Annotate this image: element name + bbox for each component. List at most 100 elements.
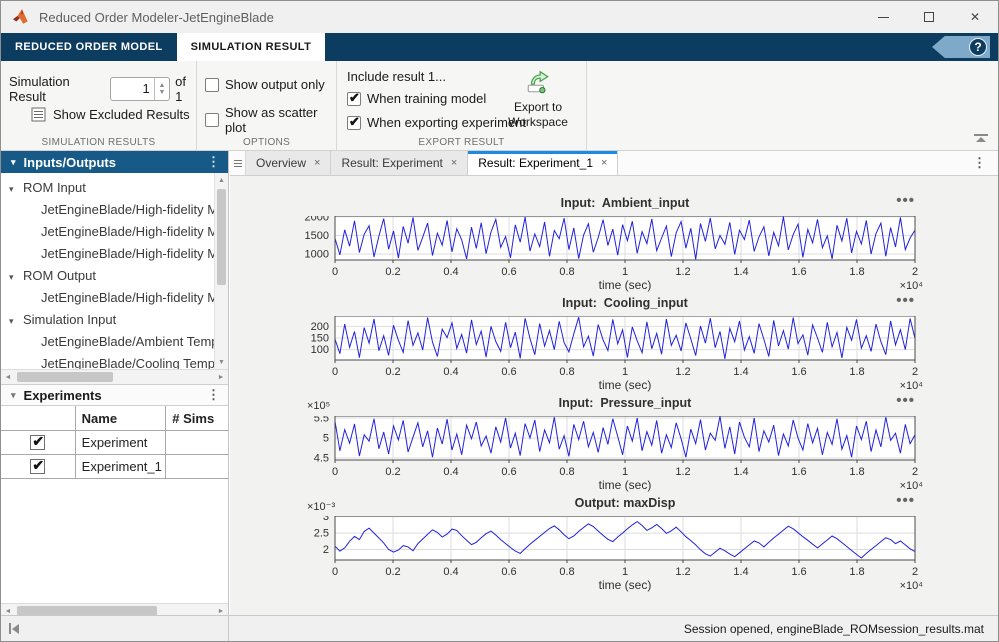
tab-close-icon[interactable]: ×: [601, 157, 607, 169]
simulation-result-spinner[interactable]: 1 ▲ ▼: [110, 77, 170, 101]
tree-item-rom-output[interactable]: ▾ROM Output: [1, 265, 214, 287]
ribbon-tab-reduced-order-model[interactable]: REDUCED ORDER MODEL: [1, 33, 177, 61]
scroll-right-icon[interactable]: ►: [214, 370, 228, 384]
tree-item-jetengineblade-high-fidelity-mod[interactable]: JetEngineBlade/High-fidelity Mod: [1, 221, 214, 243]
inputs-outputs-header[interactable]: ▾ Inputs/Outputs ⋮: [1, 151, 228, 173]
plot-options-ellipsis[interactable]: •••: [896, 492, 915, 509]
row-select-cell: [1, 455, 76, 478]
section-caption: OPTIONS: [197, 137, 336, 148]
experiments-header[interactable]: ▾ Experiments ⋮: [1, 384, 228, 406]
tree-item-jetengineblade-high-fidelity-mod[interactable]: JetEngineBlade/High-fidelity Mod: [1, 287, 214, 309]
tree-item-label: JetEngineBlade/Ambient Temper: [41, 334, 214, 349]
doc-tab-result-experiment-1[interactable]: Result: Experiment_1×: [468, 151, 618, 175]
plot-title: Input: Pressure_input: [335, 396, 915, 410]
svg-text:0.8: 0.8: [559, 366, 574, 378]
plot-titlebar: ×10⁻³Output: maxDisp•••: [275, 496, 965, 516]
svg-text:1.2: 1.2: [675, 366, 690, 378]
plot-3: ×10⁵Input: Pressure_input•••4.555.500.20…: [275, 396, 965, 492]
svg-text:3: 3: [323, 516, 329, 523]
tree-item-jetengineblade-high-fidelity-mod[interactable]: JetEngineBlade/High-fidelity Mod: [1, 243, 214, 265]
checkbox-when-exporting-experiment[interactable]: When exporting experiment: [347, 115, 526, 130]
collapse-toolstrip-button[interactable]: [974, 134, 988, 144]
svg-text:2000: 2000: [305, 216, 329, 223]
inputs-outputs-title: Inputs/Outputs: [24, 155, 116, 170]
scrollbar-thumb[interactable]: [217, 189, 226, 285]
checkbox-box-icon[interactable]: [347, 92, 361, 106]
panel-menu-icon[interactable]: ⋮: [207, 154, 220, 170]
svg-text:2: 2: [912, 566, 918, 578]
tree-item-simulation-input[interactable]: ▾Simulation Input: [1, 309, 214, 331]
tab-close-icon[interactable]: ×: [314, 157, 320, 169]
scroll-down-icon[interactable]: ▼: [215, 355, 228, 369]
table-row[interactable]: Experiment: [1, 430, 228, 454]
spinner-up-icon[interactable]: ▲: [158, 82, 165, 89]
help-button[interactable]: ?: [932, 36, 990, 58]
tree-vertical-scrollbar[interactable]: ▲ ▼: [214, 173, 228, 369]
svg-text:1.4: 1.4: [733, 466, 748, 478]
collapse-panel-icon[interactable]: ▾: [11, 157, 16, 168]
svg-text:1.2: 1.2: [675, 266, 690, 278]
svg-text:0.4: 0.4: [443, 466, 458, 478]
tab-bar-menu-icon[interactable]: ⋮: [973, 155, 986, 171]
scroll-up-icon[interactable]: ▲: [215, 173, 228, 187]
scroll-left-icon[interactable]: ◄: [1, 370, 15, 384]
maximize-icon: [924, 12, 934, 22]
collapse-left-panel-button[interactable]: [9, 623, 19, 634]
doc-tab-result-experiment[interactable]: Result: Experiment ×: [331, 151, 468, 175]
svg-text:1000: 1000: [305, 249, 329, 261]
checkbox-box-icon[interactable]: [205, 78, 219, 92]
svg-text:0: 0: [332, 366, 338, 378]
svg-text:time (sec): time (sec): [599, 378, 652, 392]
experiments-empty-area: [1, 479, 228, 603]
plot-title: Input: Cooling_input: [335, 296, 915, 310]
svg-text:200: 200: [311, 321, 329, 333]
tree-expand-icon[interactable]: ▾: [9, 266, 23, 287]
spinner-value[interactable]: 1: [111, 78, 153, 100]
ribbon-tab-simulation-result[interactable]: SIMULATION RESULT: [177, 33, 326, 61]
section-caption: SIMULATION RESULTS: [1, 137, 196, 148]
tree-item-jetengineblade-high-fidelity-mod[interactable]: JetEngineBlade/High-fidelity Mod: [1, 199, 214, 221]
export-to-workspace-button[interactable]: Export to Workspace: [502, 69, 574, 130]
plot-options-ellipsis[interactable]: •••: [896, 292, 915, 309]
sims-count-cell: [166, 455, 228, 478]
panel-menu-icon[interactable]: ⋮: [207, 387, 220, 403]
sims-count-cell: [166, 431, 228, 454]
svg-text:time (sec): time (sec): [599, 478, 652, 492]
table-row[interactable]: Experiment_1: [1, 454, 228, 478]
checkbox-show-output-only[interactable]: Show output only: [205, 77, 325, 92]
row-checkbox[interactable]: [30, 459, 45, 474]
minimize-button[interactable]: [860, 1, 906, 33]
checkbox-show-as-scatter-plot[interactable]: Show as scatter plot: [205, 105, 336, 135]
section-caption: EXPORT RESULT: [337, 137, 586, 148]
tree-expand-icon[interactable]: ▾: [9, 178, 23, 199]
experiment-name-cell: Experiment: [76, 431, 167, 454]
checkbox-box-icon[interactable]: [347, 116, 361, 130]
checkbox-when-training-model[interactable]: When training model: [347, 91, 486, 106]
plot-options-ellipsis[interactable]: •••: [896, 192, 915, 209]
tree-expand-icon[interactable]: ▾: [9, 310, 23, 331]
svg-text:1.6: 1.6: [791, 266, 806, 278]
row-checkbox[interactable]: [30, 435, 45, 450]
checkbox-box-icon[interactable]: [205, 113, 219, 127]
plot-options-ellipsis[interactable]: •••: [896, 392, 915, 409]
tab-close-icon[interactable]: ×: [451, 157, 457, 169]
include-result-label: Include result 1...: [347, 69, 446, 84]
tree-item-jetengineblade-ambient-temper[interactable]: JetEngineBlade/Ambient Temper: [1, 331, 214, 353]
collapse-panel-icon[interactable]: ▾: [11, 390, 16, 401]
maximize-button[interactable]: [906, 1, 952, 33]
doc-tab-overview[interactable]: Overview×: [246, 151, 331, 175]
close-button[interactable]: ✕: [952, 1, 998, 33]
column-header-Name: Name: [76, 406, 167, 430]
svg-text:1.2: 1.2: [675, 566, 690, 578]
tree-horizontal-scrollbar[interactable]: ◄ ►: [1, 369, 228, 384]
tree-item-jetengineblade-cooling-temper[interactable]: JetEngineBlade/Cooling Temper: [1, 353, 214, 369]
spinner-down-icon[interactable]: ▼: [158, 89, 165, 96]
show-excluded-results-button[interactable]: Show Excluded Results: [31, 107, 190, 122]
svg-text:0.6: 0.6: [501, 366, 516, 378]
tab-group-grip-icon[interactable]: [230, 151, 246, 175]
svg-text:0.2: 0.2: [385, 366, 400, 378]
scrollbar-thumb[interactable]: [17, 372, 113, 382]
plot-titlebar: Input: Ambient_input•••: [275, 196, 965, 216]
tree-item-rom-input[interactable]: ▾ROM Input: [1, 177, 214, 199]
doc-tab-label: Result: Experiment: [341, 156, 442, 170]
